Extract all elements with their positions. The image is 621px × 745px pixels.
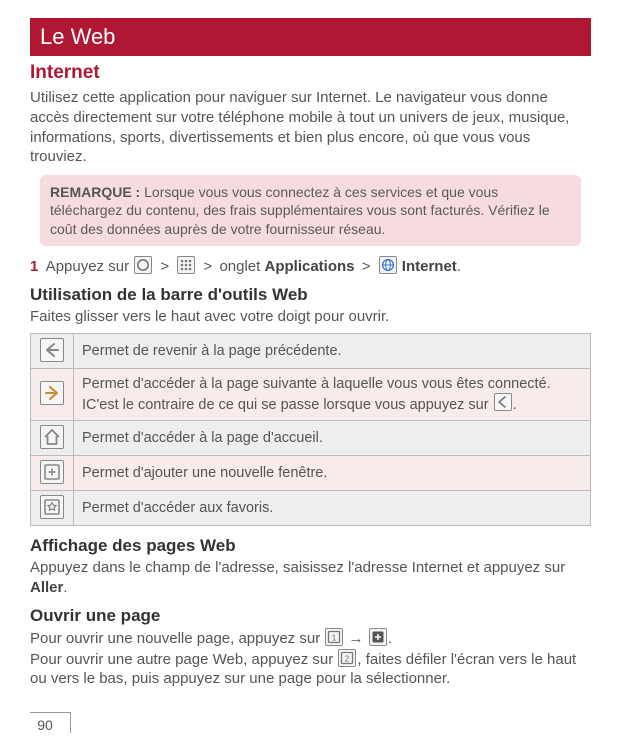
breadcrumb-gt-1: >	[160, 258, 169, 275]
table-row: Permet de revenir à la page précédente.	[31, 333, 591, 368]
remark-box: REMARQUE : Lorsque vous vous connectez à…	[40, 175, 581, 246]
globe-internet-icon	[379, 256, 397, 274]
plus-tab-icon	[369, 628, 387, 646]
home-icon	[40, 425, 64, 449]
icon-cell	[31, 491, 74, 526]
internet-label: Internet	[398, 258, 457, 275]
bookmark-star-icon	[40, 495, 64, 519]
open-text1-b: .	[388, 630, 392, 647]
applications-label: Applications	[265, 258, 355, 275]
page: Le Web Internet Utilisez cette applicati…	[0, 0, 621, 745]
view-pages-text: Appuyez dans le champ de l'adresse, sais…	[30, 558, 591, 598]
icon-cell	[31, 420, 74, 455]
step-period: .	[457, 258, 461, 275]
tab-two-icon: 2	[338, 649, 356, 667]
section-internet-heading: Internet	[30, 62, 591, 84]
toolbar-desc: Permet d'ajouter une nouvelle fenêtre.	[74, 456, 591, 491]
page-number: 90	[37, 717, 53, 733]
tab-one-icon: 1	[325, 628, 343, 646]
chapter-title: Le Web	[40, 24, 115, 49]
open-text1-a: Pour ouvrir une nouvelle page, appuyez s…	[30, 630, 324, 647]
view-text-b: .	[63, 579, 67, 596]
view-text-a: Appuyez dans le champ de l'adresse, sais…	[30, 559, 565, 576]
icon-cell	[31, 368, 74, 420]
back-arrow-icon	[40, 338, 64, 362]
intro-paragraph: Utilisez cette application pour naviguer…	[30, 88, 591, 167]
toolbar-desc-a: Permet d'accéder à la page suivante à la…	[82, 376, 551, 413]
view-pages-heading: Affichage des pages Web	[30, 536, 591, 556]
step-1-line: 1 Appuyez sur > > onglet Applications > …	[30, 256, 591, 277]
table-row: Permet d'accéder à la page d'accueil.	[31, 420, 591, 455]
table-row: Permet d'accéder aux favoris.	[31, 491, 591, 526]
breadcrumb-gt-2: >	[204, 258, 213, 275]
toolbar-subtext: Faites glisser vers le haut avec votre d…	[30, 307, 591, 327]
remark-label: REMARQUE :	[50, 184, 140, 200]
chapter-title-bar: Le Web	[30, 18, 591, 56]
new-window-icon	[40, 460, 64, 484]
open-text2-a: Pour ouvrir une autre page Web, appuyez …	[30, 651, 337, 668]
toolbar-heading: Utilisation de la barre d'outils Web	[30, 285, 591, 305]
open-page-heading: Ouvrir une page	[30, 606, 591, 626]
table-row: Permet d'ajouter une nouvelle fenêtre.	[31, 456, 591, 491]
back-small-icon	[494, 393, 512, 411]
table-row: Permet d'accéder à la page suivante à la…	[31, 368, 591, 420]
icon-cell	[31, 456, 74, 491]
toolbar-desc: Permet de revenir à la page précédente.	[74, 333, 591, 368]
tab-prefix: onglet	[215, 258, 264, 275]
step-number: 1	[30, 258, 38, 275]
circle-home-icon	[134, 256, 152, 274]
step-pre: Appuyez sur	[42, 258, 133, 275]
breadcrumb-gt-3: >	[362, 258, 371, 275]
toolbar-table: Permet de revenir à la page précédente. …	[30, 333, 591, 527]
go-label: Aller	[30, 579, 63, 596]
svg-text:2: 2	[345, 654, 350, 663]
apps-grid-icon	[177, 256, 195, 274]
page-number-box: 90	[30, 712, 71, 733]
toolbar-desc: Permet d'accéder aux favoris.	[74, 491, 591, 526]
forward-arrow-icon	[40, 381, 64, 405]
icon-cell	[31, 333, 74, 368]
toolbar-desc-b: .	[513, 397, 517, 413]
open-arrow: →	[349, 630, 364, 647]
svg-text:1: 1	[332, 633, 337, 642]
open-page-text: Pour ouvrir une nouvelle page, appuyez s…	[30, 628, 591, 689]
toolbar-desc: Permet d'accéder à la page suivante à la…	[74, 368, 591, 420]
toolbar-desc: Permet d'accéder à la page d'accueil.	[74, 420, 591, 455]
